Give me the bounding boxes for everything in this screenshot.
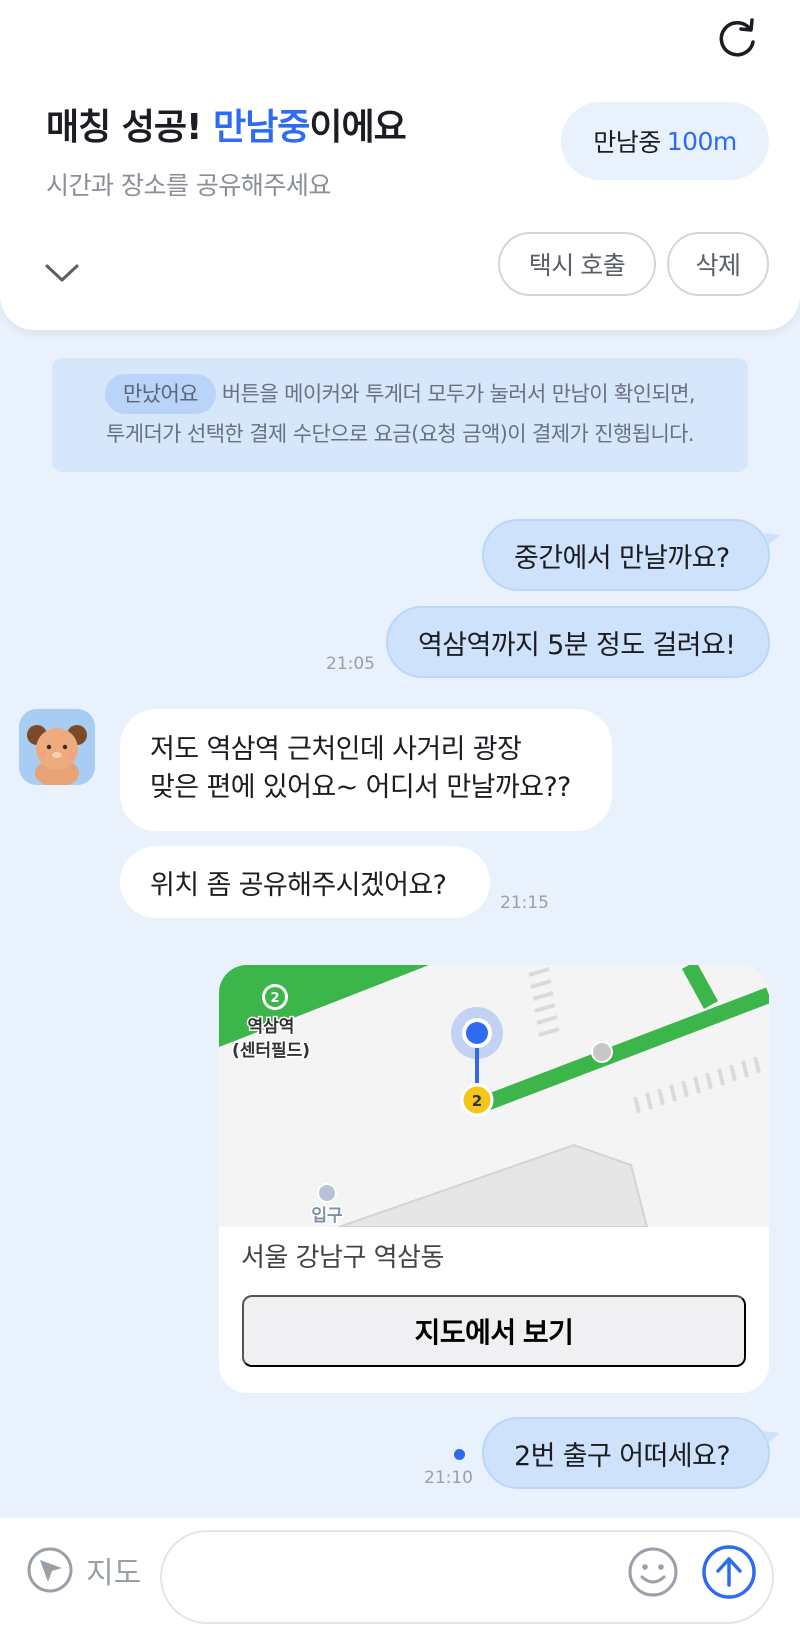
unread-indicator [454,1449,465,1460]
notice-text-1: 버튼을 메이커와 투게더 모두가 눌러서 만남이 확인되면, [221,382,696,406]
map-preview[interactable]: 2 역삼역 (센터필드) 2 입구 [219,965,769,1227]
chat-bubble-other[interactable]: 저도 역삼역 근처인데 사거리 광장 맞은 편에 있어요~ 어디서 만날까요?? [120,709,612,831]
chat-bubble-mine[interactable]: 중간에서 만날까요? [482,519,780,591]
title-prefix: 매칭 성공! [46,107,213,148]
station-name: 역삼역 [248,1017,295,1037]
refresh-icon[interactable] [712,14,762,64]
page-title: 매칭 성공! 만남중이에요 [46,98,407,150]
title-highlight: 만남중 [212,107,310,148]
notice-line-1: 만났어요 버튼을 메이커와 투게더 모두가 눌러서 만남이 확인되면, [52,374,748,414]
title-suffix: 이에요 [309,107,406,148]
location-address: 서울 강남구 역삼동 [241,1243,444,1273]
location-share-card[interactable]: 2 역삼역 (센터필드) 2 입구 서울 강남구 역삼동 지도에서 보기 [219,965,769,1393]
entrance-label: 입구 [311,1206,343,1226]
message-composer-bar: 지도 [0,1518,800,1643]
page-subtitle: 시간과 장소를 공유해주세요 [46,171,331,200]
match-status-header: 매칭 성공! 만남중이에요 시간과 장소를 공유해주세요 만남중 100m 택시… [0,0,800,330]
lion-avatar-icon [19,709,95,785]
send-arrow-icon[interactable] [701,1544,757,1600]
status-label: 만남중 [593,128,661,157]
message-text: 역삼역까지 5분 정도 걸려요! [418,629,736,661]
delete-button[interactable]: 삭제 [667,232,769,296]
notice-text-2: 투게더가 선택한 결제 수단으로 요금(요청 금액)이 결제가 진행됩니다. [106,422,695,446]
payment-notice: 만났어요 버튼을 메이커와 투게더 모두가 눌러서 만남이 확인되면, 투게더가 … [52,358,748,472]
distance-badge: 만남중 100m [561,102,769,180]
chat-bubble-mine[interactable]: 2번 출구 어떠세요? [482,1417,780,1489]
map-label[interactable]: 지도 [86,1548,141,1592]
message-text-line-2: 맞은 편에 있어요~ 어디서 만날까요?? [150,772,571,803]
message-timestamp: 21:05 [326,654,375,674]
chat-bubble-other[interactable]: 위치 좀 공유해주시겠어요? [120,846,490,918]
avatar[interactable] [19,709,95,785]
message-timestamp: 21:15 [500,893,549,913]
message-text-line-1: 저도 역삼역 근처인데 사거리 광장 [150,734,522,765]
smile-icon[interactable] [627,1546,679,1598]
message-timestamp: 21:10 [424,1468,473,1488]
station-sub-name: (센터필드) [232,1041,310,1061]
chat-bubble-mine[interactable]: 역삼역까지 5분 정도 걸려요! [386,606,770,678]
navigation-icon[interactable] [26,1546,74,1594]
bubble-tail [764,1431,780,1443]
met-chip: 만났어요 [105,374,216,414]
exit-number: 2 [472,1092,482,1110]
view-on-map-button[interactable]: 지도에서 보기 [242,1295,746,1367]
message-text: 중간에서 만날까요? [514,542,730,574]
taxi-call-button[interactable]: 택시 호출 [498,232,656,296]
chevron-down-icon[interactable] [44,262,80,284]
station-line-number: 2 [270,991,279,1006]
message-text: 2번 출구 어떠세요? [514,1440,731,1472]
bubble-tail [764,533,780,545]
message-input[interactable] [160,1530,774,1624]
distance-value: 100m [666,126,738,156]
message-text: 위치 좀 공유해주시겠어요? [150,869,447,901]
